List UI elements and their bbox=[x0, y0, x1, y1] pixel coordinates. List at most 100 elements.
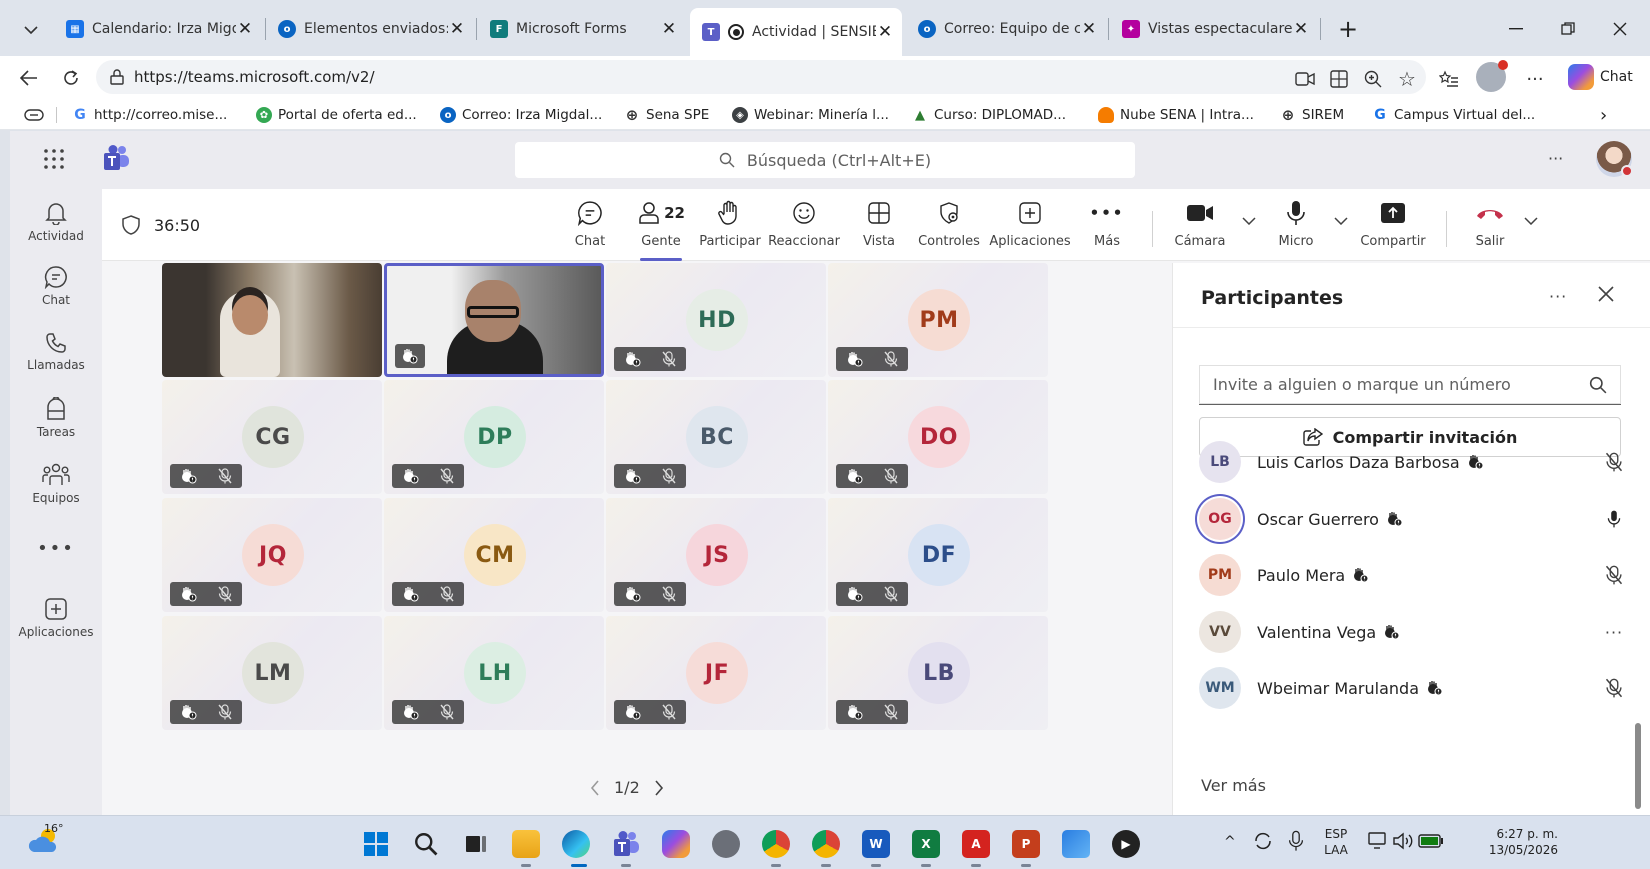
share-button[interactable]: Compartir bbox=[1360, 199, 1426, 253]
participant-status[interactable] bbox=[1599, 452, 1629, 472]
excel-icon[interactable]: X bbox=[912, 830, 940, 858]
participant-row[interactable]: OG Oscar Guerrero bbox=[1199, 494, 1629, 544]
participant-tile[interactable]: DO bbox=[828, 380, 1048, 494]
participant-row[interactable]: VV Valentina Vega ··· bbox=[1199, 607, 1629, 657]
favorite-star-icon[interactable]: ☆ bbox=[1396, 67, 1418, 91]
copilot-icon[interactable] bbox=[662, 830, 690, 858]
edge-icon[interactable] bbox=[562, 830, 590, 858]
mic-button[interactable]: Micro bbox=[1274, 199, 1318, 253]
mic-options-chevron-down-icon[interactable] bbox=[1334, 217, 1348, 225]
language-indicator[interactable]: ESP LAA bbox=[1318, 826, 1354, 858]
bookmark-item[interactable]: ⊕ SIREM bbox=[1280, 104, 1344, 126]
see-more-link[interactable]: Ver más bbox=[1201, 776, 1266, 795]
participant-video-tile[interactable] bbox=[162, 263, 382, 377]
restore-button[interactable] bbox=[1550, 14, 1586, 44]
close-icon[interactable]: ✕ bbox=[1080, 19, 1098, 39]
controls-button[interactable]: Controles bbox=[918, 199, 980, 253]
minimize-button[interactable] bbox=[1498, 14, 1534, 44]
browser-tab[interactable]: o Elementos enviados: Irza ✕ bbox=[266, 11, 474, 47]
rail-item-apps[interactable]: Aplicaciones bbox=[10, 587, 102, 649]
raise-hand-button[interactable]: Participar bbox=[699, 199, 761, 253]
bookmark-item[interactable]: ▲ Curso: DIPLOMAD... bbox=[912, 104, 1066, 126]
chevron-up-icon[interactable]: ^ bbox=[1224, 834, 1236, 850]
participant-tile[interactable]: DF bbox=[828, 498, 1048, 612]
bookmark-item[interactable]: G http://correo.mise... bbox=[72, 104, 227, 126]
chat-button[interactable]: Chat bbox=[570, 199, 610, 253]
participant-tile[interactable]: JQ bbox=[162, 498, 382, 612]
rail-item-activity[interactable]: Actividad bbox=[10, 191, 102, 253]
file-explorer-icon[interactable] bbox=[512, 830, 540, 858]
participant-row[interactable]: LB Luis Carlos Daza Barbosa bbox=[1199, 437, 1629, 487]
rail-item-teams[interactable]: Equipos bbox=[10, 453, 102, 515]
participant-tile[interactable]: HD bbox=[606, 263, 826, 377]
search-icon[interactable] bbox=[412, 830, 440, 858]
bookmark-item[interactable]: Nube SENA | Intra... bbox=[1098, 104, 1254, 126]
bookmark-item[interactable]: G Campus Virtual del... bbox=[1372, 104, 1535, 126]
browser-tab[interactable]: o Correo: Equipo de cuenta ✕ bbox=[906, 11, 1106, 47]
react-button[interactable]: Reaccionar bbox=[768, 199, 840, 253]
volume-icon[interactable] bbox=[1392, 832, 1414, 850]
reading-view-icon[interactable] bbox=[24, 104, 44, 126]
profile-avatar-icon[interactable] bbox=[1476, 60, 1508, 92]
participant-tile[interactable]: CG bbox=[162, 380, 382, 494]
sync-icon[interactable] bbox=[1252, 830, 1274, 852]
close-icon[interactable]: ✕ bbox=[236, 19, 254, 39]
participant-status[interactable] bbox=[1599, 509, 1629, 529]
teams-icon[interactable] bbox=[612, 830, 640, 858]
app-available-icon[interactable] bbox=[1328, 68, 1350, 90]
windows-start-icon[interactable] bbox=[362, 830, 390, 858]
participant-tile[interactable]: BC bbox=[606, 380, 826, 494]
leave-options-chevron-down-icon[interactable] bbox=[1524, 217, 1538, 225]
browser-tab-active[interactable]: T Actividad | SENSIBIL ✕ bbox=[690, 8, 902, 56]
participant-row[interactable]: PM Paulo Mera bbox=[1199, 550, 1629, 600]
favorites-list-icon[interactable] bbox=[1438, 68, 1460, 90]
participant-tile[interactable]: DP bbox=[384, 380, 604, 494]
invite-input[interactable]: Invite a alguien o marque un número bbox=[1199, 365, 1621, 405]
refresh-button[interactable] bbox=[56, 64, 86, 92]
leave-button[interactable]: Salir bbox=[1470, 199, 1510, 253]
word-icon[interactable]: W bbox=[862, 830, 890, 858]
rail-item-tasks[interactable]: Tareas bbox=[10, 387, 102, 449]
browser-tab[interactable]: ▦ Calendario: Irza Migdalia ✕ bbox=[54, 11, 262, 47]
pdf-icon[interactable]: A bbox=[962, 830, 990, 858]
new-tab-button[interactable]: + bbox=[1330, 14, 1366, 44]
bookmark-item[interactable]: ⊕ Sena SPE bbox=[624, 104, 709, 126]
bookmark-item[interactable]: o Correo: Irza Migdal... bbox=[440, 104, 602, 126]
browser-tab[interactable]: F Microsoft Forms ✕ bbox=[478, 11, 686, 47]
bookmark-item[interactable]: ◈ Webinar: Minería l... bbox=[732, 104, 889, 126]
copilot-chat-button[interactable]: Chat bbox=[1568, 60, 1633, 94]
participant-status[interactable]: ··· bbox=[1599, 623, 1629, 642]
participant-status[interactable] bbox=[1599, 565, 1629, 585]
close-icon[interactable]: ✕ bbox=[1292, 19, 1310, 39]
rail-item-more[interactable]: ••• bbox=[10, 517, 102, 579]
media-player-icon[interactable]: ▶ bbox=[1112, 830, 1140, 858]
people-button[interactable]: 22 Gente bbox=[636, 199, 686, 261]
panel-scrollbar[interactable] bbox=[1635, 723, 1641, 809]
close-window-button[interactable] bbox=[1602, 14, 1638, 44]
app-launcher-icon[interactable] bbox=[42, 147, 66, 171]
chrome-icon[interactable] bbox=[762, 830, 790, 858]
participant-tile[interactable]: JS bbox=[606, 498, 826, 612]
participant-tile[interactable]: LH bbox=[384, 616, 604, 730]
participant-row[interactable]: WM Wbeimar Marulanda bbox=[1199, 663, 1629, 713]
back-button[interactable] bbox=[14, 64, 44, 92]
clock[interactable]: 6:27 p. m. 13/05/2026 bbox=[1466, 826, 1558, 858]
zoom-icon[interactable] bbox=[1362, 68, 1384, 90]
chevron-left-icon[interactable] bbox=[590, 779, 600, 796]
battery-icon[interactable] bbox=[1418, 834, 1444, 848]
video-icon[interactable] bbox=[1294, 68, 1316, 90]
close-icon[interactable]: ✕ bbox=[448, 19, 466, 39]
powerpoint-icon[interactable]: P bbox=[1012, 830, 1040, 858]
panel-more-icon[interactable]: ··· bbox=[1549, 287, 1567, 306]
participant-tile[interactable]: LM bbox=[162, 616, 382, 730]
tab-actions-menu-button[interactable] bbox=[14, 15, 48, 45]
close-icon[interactable]: ✕ bbox=[660, 19, 678, 39]
bookmark-item[interactable]: ✿ Portal de oferta ed... bbox=[256, 104, 417, 126]
camera-options-chevron-down-icon[interactable] bbox=[1242, 217, 1256, 225]
participant-tile[interactable]: CM bbox=[384, 498, 604, 612]
browser-tab[interactable]: ✦ Vistas espectaculares de ✕ bbox=[1110, 11, 1318, 47]
close-icon[interactable]: ✕ bbox=[876, 22, 894, 42]
chevron-right-icon[interactable]: › bbox=[1600, 104, 1607, 126]
task-view-icon[interactable] bbox=[462, 830, 490, 858]
participant-status[interactable] bbox=[1599, 678, 1629, 698]
